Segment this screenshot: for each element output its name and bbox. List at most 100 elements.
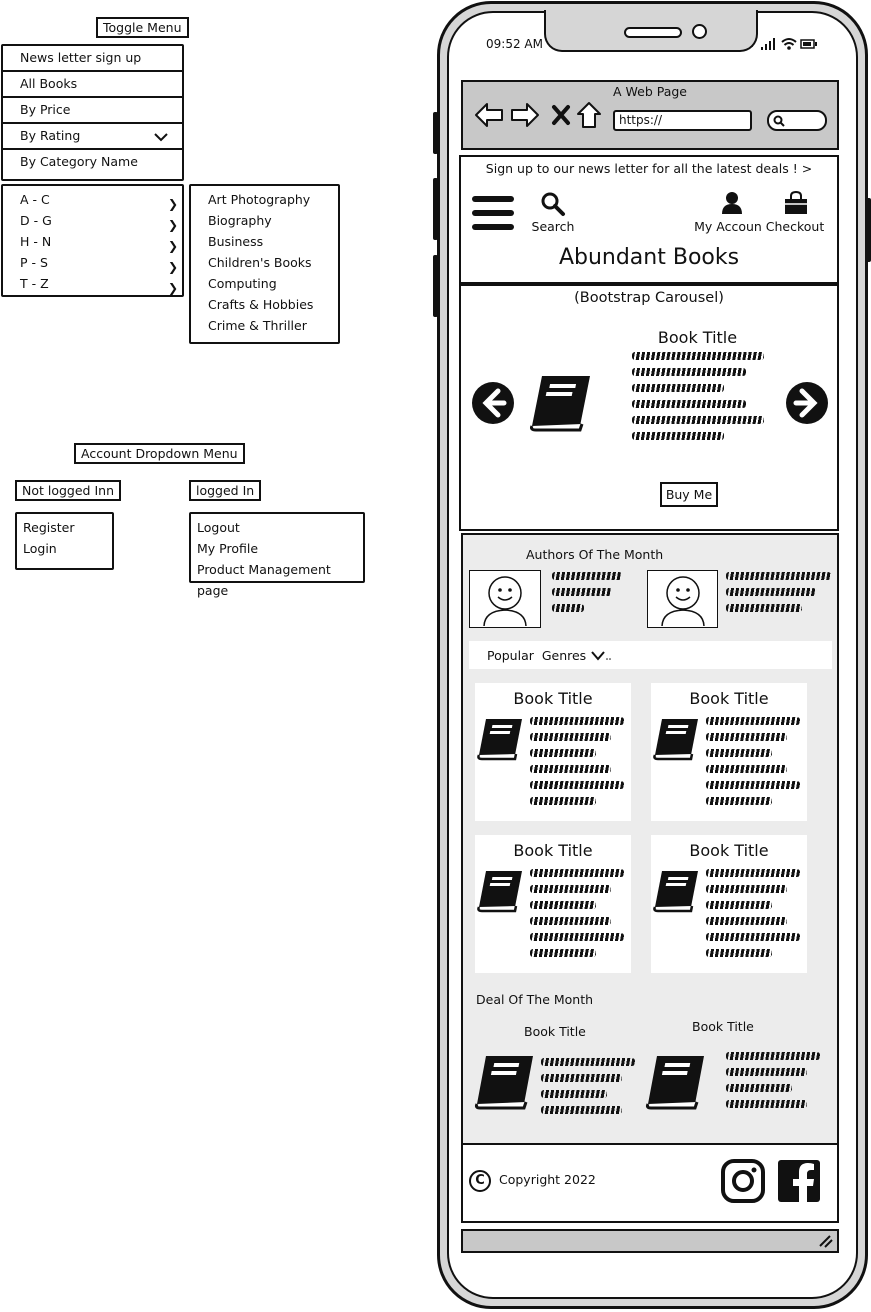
register-link[interactable]: Register [17, 517, 112, 538]
category-item[interactable]: Crime & Thriller [191, 315, 338, 336]
search-icon[interactable] [540, 191, 566, 217]
carousel-heading: (Bootstrap Carousel) [574, 290, 724, 306]
book-title: Book Title [513, 689, 593, 708]
side-button [866, 198, 871, 262]
book-icon [653, 871, 698, 913]
category-item[interactable]: Children's Books [191, 252, 338, 273]
battery-icon [800, 39, 817, 49]
range-label: H - N [20, 234, 52, 249]
genres-dropdown[interactable]: Popular Genres [469, 641, 832, 669]
search-label[interactable]: Search [526, 219, 580, 234]
copyright-icon: C [469, 1170, 491, 1192]
signal-icon [761, 38, 775, 50]
forward-icon[interactable] [510, 102, 540, 128]
book-icon[interactable] [473, 1054, 535, 1110]
book-title: Book Title [689, 841, 769, 860]
carousel-book-title: Book Title [657, 328, 738, 347]
camera-icon [692, 24, 707, 39]
logged-in-dropdown: Logout My Profile Product Management pag… [189, 512, 365, 598]
author-description [726, 572, 831, 620]
book-card[interactable]: Book Title [475, 683, 631, 821]
account-menu-label: Account Dropdown Menu [74, 443, 245, 464]
rating-range-submenu: A - C ❯ D - G ❯ H - N ❯ P - S ❯ T - Z ❯ [1, 184, 184, 297]
range-p-s[interactable]: P - S ❯ [3, 252, 182, 274]
deal-description [541, 1058, 635, 1122]
hamburger-menu-icon[interactable] [472, 196, 514, 232]
user-icon[interactable] [720, 191, 744, 215]
range-d-g[interactable]: D - G ❯ [3, 210, 182, 232]
browser-search-field[interactable] [767, 110, 827, 131]
deal-book-title: Book Title [692, 1019, 754, 1034]
logout-link[interactable]: Logout [191, 517, 363, 538]
side-button [433, 178, 438, 240]
product-management-link[interactable]: Product Management page [191, 559, 363, 598]
instagram-icon[interactable] [721, 1159, 765, 1203]
resize-grip-icon[interactable] [818, 1234, 834, 1248]
deal-description [726, 1052, 820, 1116]
range-label: T - Z [20, 276, 49, 291]
smiley-icon [661, 576, 705, 628]
newsletter-banner[interactable]: Sign up to our news letter for all the l… [459, 155, 839, 183]
menu-item-all-books[interactable]: All Books [3, 72, 182, 98]
browser-title: A Web Page [612, 84, 687, 99]
book-card[interactable]: Book Title [651, 835, 807, 973]
category-submenu: Art Photography Biography Business Child… [189, 184, 340, 344]
author-avatar[interactable] [647, 570, 718, 628]
authors-heading: Authors Of The Month [526, 547, 664, 562]
toggle-menu-label: Toggle Menu [96, 17, 189, 38]
book-card[interactable]: Book Title [475, 835, 631, 973]
arrow-right-icon[interactable] [785, 381, 829, 425]
site-title: Abundant Books [558, 245, 740, 270]
author-description [552, 572, 622, 620]
url-field[interactable]: https:// [613, 110, 752, 131]
copyright-text: Copyright 2022 [499, 1172, 596, 1187]
book-icon [477, 871, 522, 913]
author-avatar[interactable] [469, 570, 541, 628]
status-time: 09:52 AM [486, 37, 543, 51]
book-card[interactable]: Book Title [651, 683, 807, 821]
book-title: Book Title [513, 841, 593, 860]
category-item[interactable]: Art Photography [191, 189, 338, 210]
category-item[interactable]: Biography [191, 210, 338, 231]
carousel-description [632, 352, 764, 448]
category-item[interactable]: Computing [191, 273, 338, 294]
my-profile-link[interactable]: My Profile [191, 538, 363, 559]
speaker-icon [624, 27, 682, 38]
menu-item-by-rating[interactable]: By Rating [3, 124, 182, 150]
menu-item-by-price[interactable]: By Price [3, 98, 182, 124]
chevron-down-icon [154, 133, 168, 142]
close-icon[interactable] [551, 104, 571, 126]
login-link[interactable]: Login [17, 538, 112, 559]
menu-item-by-category[interactable]: By Category Name [3, 150, 182, 176]
toggle-menu: News letter sign up All Books By Price B… [1, 44, 184, 181]
book-icon[interactable] [644, 1054, 706, 1110]
deal-heading: Deal Of The Month [476, 992, 594, 1007]
not-logged-in-dropdown: Register Login [15, 512, 114, 570]
facebook-icon[interactable] [777, 1159, 821, 1203]
range-t-z[interactable]: T - Z ❯ [3, 273, 182, 295]
browser-bottom-bar [461, 1229, 839, 1253]
search-icon [773, 115, 785, 127]
status-icons [761, 38, 817, 50]
arrow-left-icon[interactable] [471, 381, 515, 425]
chevron-down-icon [591, 651, 611, 661]
range-label: P - S [20, 255, 48, 270]
shopping-bag-icon[interactable] [783, 190, 809, 216]
logged-in-label: logged In [189, 480, 262, 501]
home-icon[interactable] [576, 101, 602, 129]
book-icon [530, 376, 590, 432]
back-icon[interactable] [474, 102, 504, 128]
book-icon [477, 719, 522, 761]
range-a-c[interactable]: A - C ❯ [3, 189, 182, 211]
menu-item-newsletter[interactable]: News letter sign up [3, 46, 182, 72]
buy-me-button[interactable]: Buy Me [660, 482, 718, 507]
by-rating-label: By Rating [20, 128, 81, 143]
book-icon [653, 719, 698, 761]
range-h-n[interactable]: H - N ❯ [3, 231, 182, 253]
category-item[interactable]: Crafts & Hobbies [191, 294, 338, 315]
side-button [433, 255, 438, 317]
account-label[interactable]: My Accoun [694, 219, 762, 234]
category-item[interactable]: Business [191, 231, 338, 252]
checkout-label[interactable]: Checkout [764, 219, 826, 234]
range-label: A - C [20, 192, 50, 207]
